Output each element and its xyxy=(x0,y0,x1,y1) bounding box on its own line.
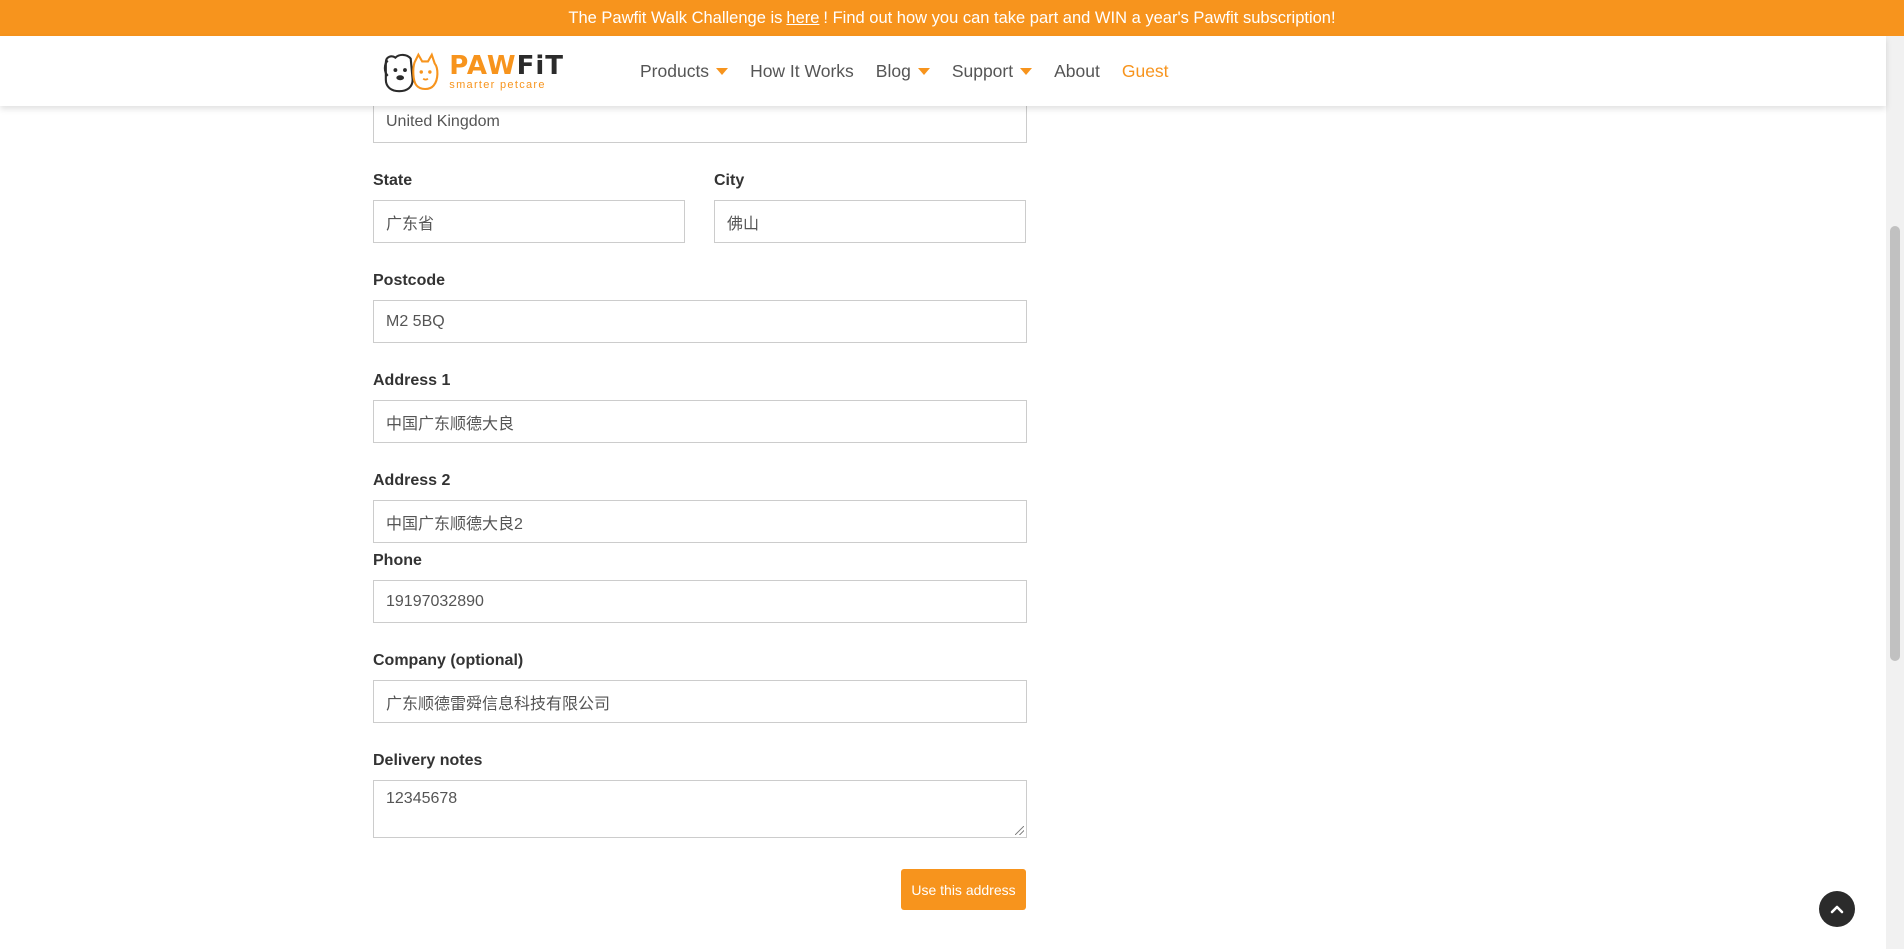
delivery-notes-label: Delivery notes xyxy=(373,752,483,769)
company-field[interactable]: 广东顺德雷舜信息科技有限公司 xyxy=(373,680,1027,723)
nav-products[interactable]: Products xyxy=(640,60,729,82)
nav-about-label: About xyxy=(1054,60,1100,81)
nav-blog[interactable]: Blog xyxy=(876,61,930,82)
nav-guest[interactable]: Guest xyxy=(1122,61,1169,82)
nav-how-it-works[interactable]: How It Works xyxy=(750,61,854,82)
caret-down-icon xyxy=(1020,67,1033,75)
nav-about[interactable]: About xyxy=(1054,61,1100,82)
page-scrollbar[interactable] xyxy=(1886,36,1904,949)
logo-word-fit: FiT xyxy=(516,51,564,81)
address1-label: Address 1 xyxy=(373,372,451,389)
caret-down-icon xyxy=(917,67,930,75)
nav-support[interactable]: Support xyxy=(951,60,1033,82)
phone-label: Phone xyxy=(373,552,422,569)
address1-field[interactable]: 中国广东顺德大良 xyxy=(373,400,1027,443)
banner-link[interactable]: here xyxy=(786,9,819,28)
dog-cat-logo-icon xyxy=(383,52,439,93)
company-label: Company (optional) xyxy=(373,652,524,669)
back-to-top-button[interactable] xyxy=(1819,891,1855,927)
nav-blog-label: Blog xyxy=(875,60,911,81)
delivery-notes-value: 12345678 xyxy=(386,790,458,807)
main-nav: Products How It Works Blog Support About… xyxy=(640,36,1191,106)
nav-products-label: Products xyxy=(640,60,710,81)
pawfit-logo[interactable]: PAWFiT smarter petcare xyxy=(382,50,564,94)
logo-wordmark: PAWFiT smarter petcare xyxy=(449,53,564,91)
logo-word-paw: PAW xyxy=(449,51,517,81)
caret-down-icon xyxy=(716,67,729,75)
resize-grip-icon[interactable] xyxy=(1015,826,1024,835)
scrollbar-thumb[interactable] xyxy=(1890,226,1900,661)
promo-banner: The Pawfit Walk Challenge is here ! Find… xyxy=(0,0,1904,36)
city-label: City xyxy=(714,172,745,189)
postcode-field[interactable]: M2 5BQ xyxy=(373,300,1027,343)
city-field[interactable]: 佛山 xyxy=(714,200,1026,243)
site-header: PAWFiT smarter petcare Products How It W… xyxy=(0,36,1886,106)
banner-text-after: ! Find out how you can take part and WIN… xyxy=(823,8,1336,27)
logo-tagline: smarter petcare xyxy=(449,79,546,91)
banner-text-before: The Pawfit Walk Challenge is xyxy=(568,8,783,27)
nav-guest-label: Guest xyxy=(1121,60,1169,81)
phone-field[interactable]: 19197032890 xyxy=(373,580,1027,623)
state-label: State xyxy=(373,172,413,189)
use-this-address-button[interactable]: Use this address xyxy=(901,869,1026,910)
country-field[interactable]: United Kingdom xyxy=(373,100,1027,143)
address2-field[interactable]: 中国广东顺德大良2 xyxy=(373,500,1027,543)
address2-label: Address 2 xyxy=(373,472,451,489)
delivery-notes-field[interactable]: 12345678 xyxy=(373,780,1027,838)
nav-support-label: Support xyxy=(951,60,1014,81)
nav-how-it-works-label: How It Works xyxy=(750,60,854,81)
chevron-up-icon xyxy=(1830,905,1844,914)
postcode-label: Postcode xyxy=(373,272,446,289)
state-field[interactable]: 广东省 xyxy=(373,200,685,243)
